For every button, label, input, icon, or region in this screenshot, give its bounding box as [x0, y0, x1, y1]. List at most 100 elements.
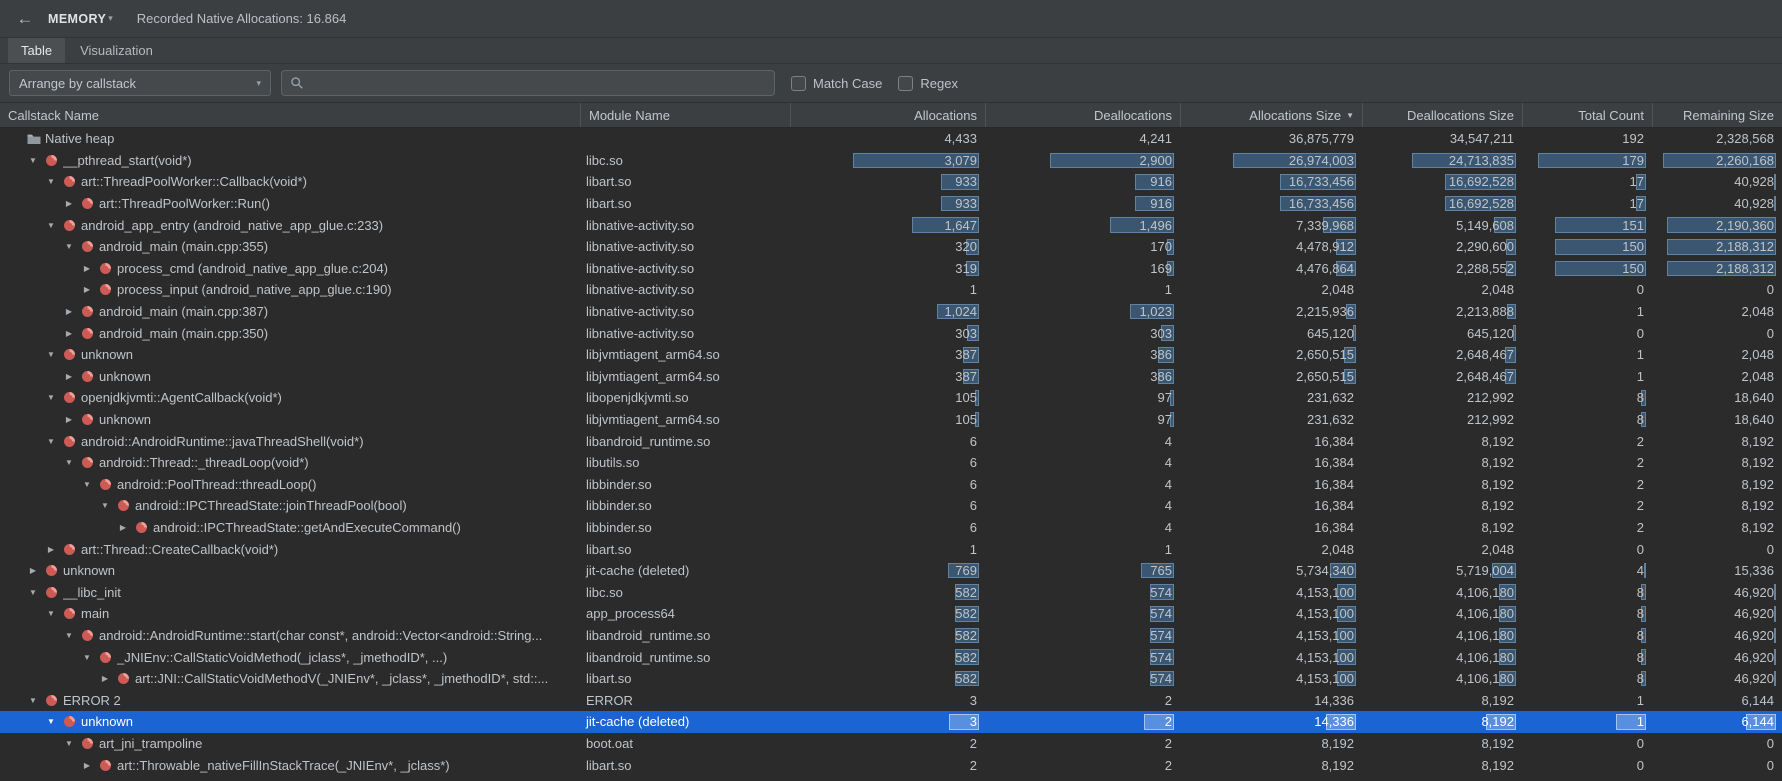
value-cell: 8,192	[1652, 517, 1782, 539]
expanded-arrow-icon[interactable]: ▼	[44, 717, 58, 726]
value-cell: 169	[985, 258, 1180, 280]
collapsed-arrow-icon[interactable]: ▶	[44, 545, 58, 554]
method-icon	[80, 737, 95, 750]
table-row[interactable]: ▼android_app_entry (android_native_app_g…	[0, 214, 1782, 236]
table-row[interactable]: ▼mainapp_process645825744,153,1004,106,1…	[0, 603, 1782, 625]
table-row[interactable]: ▼ android::AndroidRuntime::javaThreadShel…	[0, 430, 1782, 452]
table-row[interactable]: ▼android::Thread::_threadLoop(void*)libu…	[0, 452, 1782, 474]
collapsed-arrow-icon[interactable]: ▶	[80, 285, 94, 294]
value-cell: 2,290,600	[1362, 236, 1522, 258]
table-row[interactable]: Native heap4,4334,24136,875,77934,547,21…	[0, 128, 1782, 150]
table-row[interactable]: ▼android_main (main.cpp:355)libnative-ac…	[0, 236, 1782, 258]
regex-option[interactable]: Regex	[898, 76, 958, 91]
callstack-name: android::AndroidRuntime::start(char cons…	[99, 628, 542, 643]
column-header-callstack-name[interactable]: Callstack Name	[0, 103, 580, 127]
table-row[interactable]: ▶unknownlibjvmtiagent_arm64.so10597231,6…	[0, 409, 1782, 431]
expanded-arrow-icon[interactable]: ▼	[44, 393, 58, 402]
value-cell: 3	[790, 711, 985, 733]
session-selector[interactable]: MEMORY ▾	[48, 12, 113, 26]
expanded-arrow-icon[interactable]: ▼	[26, 696, 40, 705]
collapsed-arrow-icon[interactable]: ▶	[62, 307, 76, 316]
column-header-allocations[interactable]: Allocations	[790, 103, 985, 127]
table-row[interactable]: ▼__libc_initlibc.so5825744,153,1004,106,…	[0, 581, 1782, 603]
match-case-checkbox[interactable]	[791, 76, 806, 91]
expanded-arrow-icon[interactable]: ▼	[26, 588, 40, 597]
expanded-arrow-icon[interactable]: ▼	[44, 437, 58, 446]
value-cell: 0	[1522, 279, 1652, 301]
expanded-arrow-icon[interactable]: ▼	[98, 501, 112, 510]
search-field[interactable]	[281, 70, 775, 96]
arrange-by-dropdown[interactable]: Arrange by callstack ▾	[9, 70, 271, 96]
table-row[interactable]: ▼__pthread_start(void*)libc.so3,0792,900…	[0, 150, 1782, 172]
match-case-option[interactable]: Match Case	[791, 76, 882, 91]
expanded-arrow-icon[interactable]: ▼	[62, 458, 76, 467]
table-row[interactable]: ▶process_input (android_native_app_glue.…	[0, 279, 1782, 301]
column-header-deallocations[interactable]: Deallocations	[985, 103, 1180, 127]
table-row[interactable]: ▶	[0, 776, 1782, 781]
value-text: 574	[1150, 671, 1172, 686]
back-button[interactable]: ←	[12, 9, 38, 29]
value-cell: 8,192	[1652, 452, 1782, 474]
value-text: 46,920	[1734, 650, 1774, 665]
regex-checkbox[interactable]	[898, 76, 913, 91]
value-text: 2,048	[1321, 282, 1354, 297]
value-text: 0	[1767, 326, 1774, 341]
collapsed-arrow-icon[interactable]: ▶	[62, 415, 76, 424]
table-row[interactable]: ▼unknownjit-cache (deleted)3214,3368,192…	[0, 711, 1782, 733]
collapsed-arrow-icon[interactable]: ▶	[98, 674, 112, 683]
callstack-name: android::AndroidRuntime::javaThreadShell…	[81, 434, 364, 449]
collapsed-arrow-icon[interactable]: ▶	[62, 372, 76, 381]
tab-visualization[interactable]: Visualization	[67, 38, 166, 63]
collapsed-arrow-icon[interactable]: ▶	[62, 329, 76, 338]
table-row[interactable]: ▶unknownjit-cache (deleted)7697655,734,3…	[0, 560, 1782, 582]
table-row[interactable]: ▼ android::AndroidRuntime::start(char con…	[0, 625, 1782, 647]
table-row[interactable]: ▼art_jni_trampolineboot.oat228,1928,1920…	[0, 733, 1782, 755]
expanded-arrow-icon[interactable]: ▼	[44, 221, 58, 230]
value-cell: 26,974,003	[1180, 150, 1362, 172]
column-header-deallocations-size[interactable]: Deallocations Size	[1362, 103, 1522, 127]
expanded-arrow-icon[interactable]: ▼	[62, 739, 76, 748]
expanded-arrow-icon[interactable]: ▼	[80, 653, 94, 662]
collapsed-arrow-icon[interactable]: ▶	[62, 199, 76, 208]
table-row[interactable]: ▼android::IPCThreadState::joinThreadPool…	[0, 495, 1782, 517]
module-name-cell: libart.so	[580, 754, 790, 776]
expanded-arrow-icon[interactable]: ▼	[80, 480, 94, 489]
expanded-arrow-icon[interactable]: ▼	[44, 177, 58, 186]
table-row[interactable]: ▼android::PoolThread::threadLoop()libbin…	[0, 474, 1782, 496]
column-header-module-name[interactable]: Module Name	[580, 103, 790, 127]
table-row[interactable]: ▶art::Throwable_nativeFillInStackTrace(_…	[0, 754, 1782, 776]
table-row[interactable]: ▶art::ThreadPoolWorker::Run()libart.so93…	[0, 193, 1782, 215]
value-cell: 8	[1522, 668, 1652, 690]
value-cell: 97	[985, 387, 1180, 409]
expanded-arrow-icon[interactable]: ▼	[26, 156, 40, 165]
expanded-arrow-icon[interactable]: ▼	[44, 609, 58, 618]
table-row[interactable]: ▼openjdkjvmti::AgentCallback(void*)libop…	[0, 387, 1782, 409]
table-row[interactable]: ▼unknownlibjvmtiagent_arm64.so3873862,65…	[0, 344, 1782, 366]
value-text: 150	[1622, 239, 1644, 254]
column-header-total-count[interactable]: Total Count	[1522, 103, 1652, 127]
search-input[interactable]	[310, 76, 766, 91]
callstack-name: __libc_init	[63, 585, 121, 600]
column-header-allocations-size[interactable]: Allocations Size ▼	[1180, 103, 1362, 127]
table-row[interactable]: ▶android_main (main.cpp:387)libnative-ac…	[0, 301, 1782, 323]
collapsed-arrow-icon[interactable]: ▶	[80, 264, 94, 273]
expanded-arrow-icon[interactable]: ▼	[62, 242, 76, 251]
column-header-remaining-size[interactable]: Remaining Size	[1652, 103, 1782, 127]
table-row[interactable]: ▶unknownlibjvmtiagent_arm64.so3873862,65…	[0, 366, 1782, 388]
table-row[interactable]: ▼ERROR 2ERROR3214,3368,19216,144	[0, 689, 1782, 711]
expanded-arrow-icon[interactable]: ▼	[62, 631, 76, 640]
table-row[interactable]: ▼art::ThreadPoolWorker::Callback(void*)l…	[0, 171, 1782, 193]
table-row[interactable]: ▶process_cmd (android_native_app_glue.c:…	[0, 258, 1782, 280]
tab-table[interactable]: Table	[8, 38, 65, 63]
value-cell: 2	[1522, 474, 1652, 496]
table-row[interactable]: ▶art::Thread::CreateCallback(void*)libar…	[0, 538, 1782, 560]
collapsed-arrow-icon[interactable]: ▶	[80, 761, 94, 770]
table-row[interactable]: ▶android_main (main.cpp:350)libnative-ac…	[0, 322, 1782, 344]
value-text: 6	[970, 455, 977, 470]
table-row[interactable]: ▶android::IPCThreadState::getAndExecuteC…	[0, 517, 1782, 539]
expanded-arrow-icon[interactable]: ▼	[44, 350, 58, 359]
collapsed-arrow-icon[interactable]: ▶	[116, 523, 130, 532]
collapsed-arrow-icon[interactable]: ▶	[26, 566, 40, 575]
table-row[interactable]: ▶art::JNI::CallStaticVoidMethodV(_JNIEnv…	[0, 668, 1782, 690]
table-row[interactable]: ▼_JNIEnv::CallStaticVoidMethod(_jclass*,…	[0, 646, 1782, 668]
